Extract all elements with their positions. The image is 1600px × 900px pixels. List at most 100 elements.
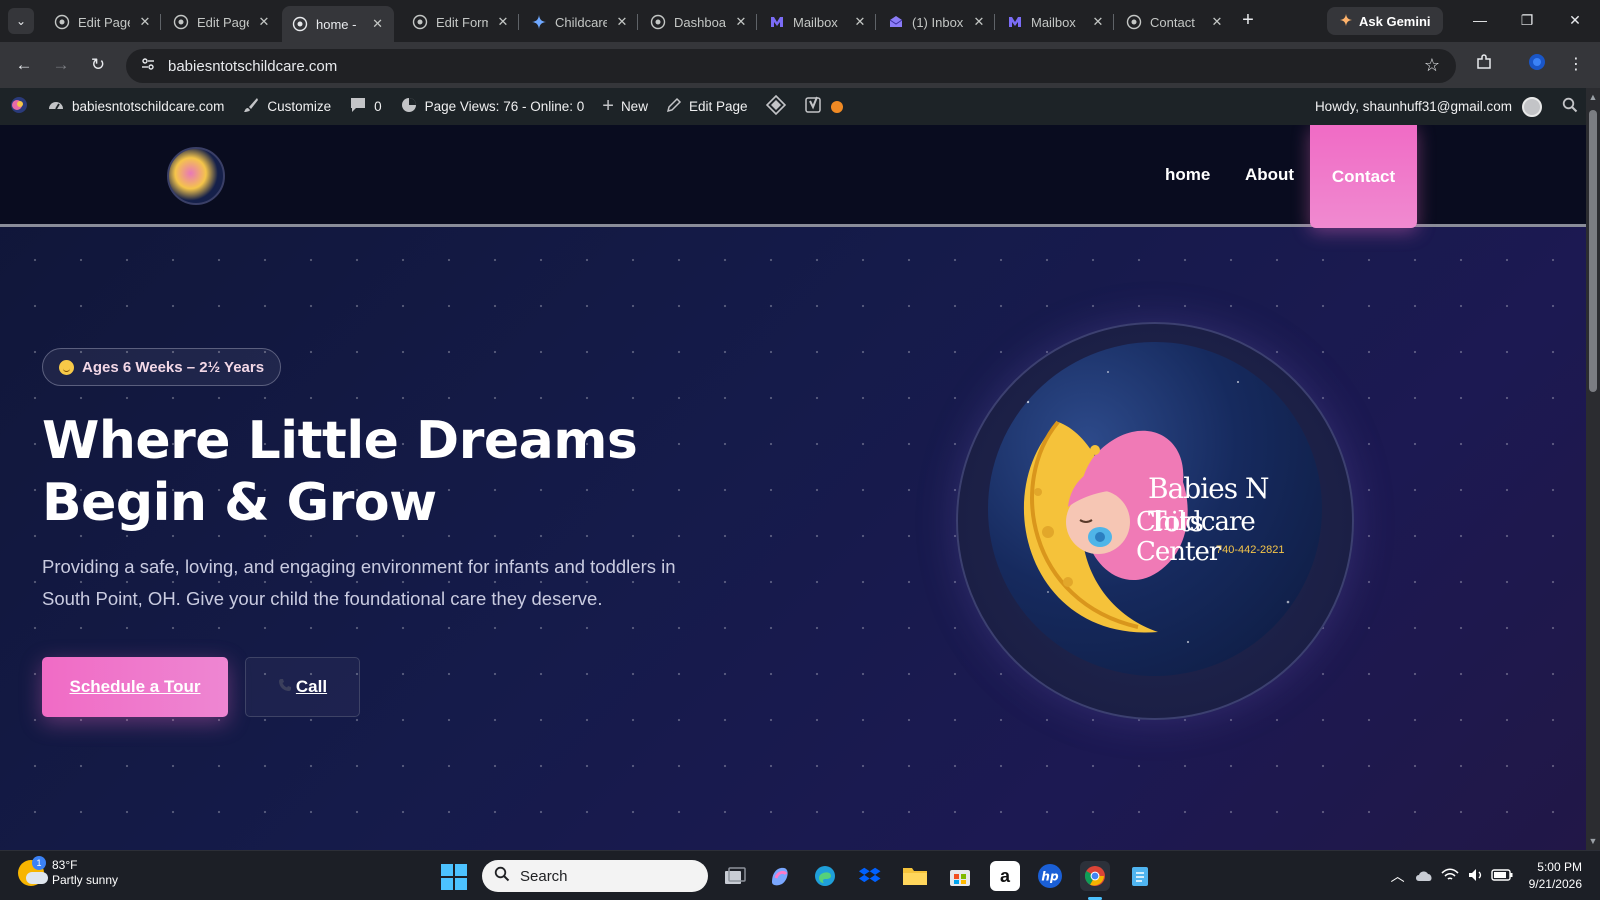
- tab-edit-page-1[interactable]: Edit Page ✕: [44, 6, 162, 38]
- bookmark-star-icon[interactable]: ☆: [1424, 55, 1440, 76]
- extensions-button[interactable]: [1472, 53, 1496, 77]
- onedrive-cloud-icon[interactable]: [1412, 868, 1436, 885]
- close-icon[interactable]: ✕: [496, 14, 510, 30]
- close-window-button[interactable]: ✕: [1565, 10, 1585, 30]
- hero-title: Where Little Dreams Begin & Grow: [42, 410, 682, 534]
- site-info-icon[interactable]: [140, 56, 156, 77]
- tab-dashboard[interactable]: Dashboard ✕: [640, 6, 758, 38]
- windows-start-icon[interactable]: [441, 864, 467, 890]
- microsoft-store-icon[interactable]: [945, 861, 975, 891]
- nav-about[interactable]: About: [1245, 165, 1294, 185]
- tab-edit-form[interactable]: Edit Form ✕: [402, 6, 520, 38]
- browser-toolbar: ← → ↻ babiesntotschildcare.com ☆ ⋮: [0, 42, 1600, 88]
- pie-chart-icon: [400, 96, 418, 117]
- scroll-down-icon[interactable]: ▼: [1588, 836, 1598, 846]
- new-tab-button[interactable]: +: [1236, 9, 1260, 31]
- close-icon[interactable]: ✕: [1210, 14, 1224, 30]
- tab-inbox[interactable]: (1) Inbox ✕: [878, 6, 996, 38]
- plus-icon: +: [602, 95, 614, 117]
- dashboard-gauge-icon: [47, 96, 65, 117]
- yoast-icon: [804, 95, 824, 118]
- back-button[interactable]: ←: [12, 53, 36, 77]
- close-icon[interactable]: ✕: [138, 14, 152, 30]
- admin-account[interactable]: Howdy, shaunhuff31@gmail.com: [1315, 88, 1578, 125]
- browser-menu-button[interactable]: ⋮: [1564, 53, 1588, 77]
- address-bar[interactable]: babiesntotschildcare.com ☆: [126, 49, 1456, 83]
- site-logo[interactable]: [167, 147, 225, 205]
- wp-admin-bar: babiesntotschildcare.com Customize 0 Pag…: [0, 88, 1586, 125]
- pencil-icon: [666, 97, 682, 116]
- paintbrush-icon: [242, 96, 260, 117]
- windows-taskbar: 1 83°F Partly sunny Search a hp ︿ 5:00 P…: [0, 850, 1600, 900]
- copilot-icon[interactable]: [765, 861, 795, 891]
- hero-title-line-2: Begin & Grow: [42, 473, 437, 533]
- tab-home-active[interactable]: home - ✕: [282, 6, 394, 42]
- admin-page-views[interactable]: Page Views: 76 - Online: 0: [391, 88, 594, 125]
- ask-gemini-button[interactable]: Ask Gemini: [1327, 7, 1443, 35]
- close-icon[interactable]: ✕: [853, 14, 867, 30]
- nav-home[interactable]: home: [1165, 165, 1210, 185]
- tab-edit-page-2[interactable]: Edit Page ✕: [163, 6, 281, 38]
- tab-label: Edit Page: [78, 14, 130, 30]
- close-icon[interactable]: ✕: [972, 14, 986, 30]
- age-range-label: Ages 6 Weeks – 2½ Years: [82, 358, 265, 376]
- scrollbar-thumb[interactable]: [1589, 110, 1597, 392]
- admin-comments-link[interactable]: 0: [340, 88, 391, 125]
- admin-logo[interactable]: [0, 88, 38, 125]
- close-icon[interactable]: ✕: [615, 14, 629, 30]
- globe-icon: [650, 14, 666, 30]
- comment-bubble-icon: [349, 96, 367, 117]
- file-explorer-icon[interactable]: [900, 861, 930, 891]
- weather-temperature: 83°F: [52, 858, 78, 872]
- close-icon[interactable]: ✕: [1091, 14, 1105, 30]
- hero-description: Providing a safe, loving, and engaging e…: [42, 556, 676, 609]
- system-clock[interactable]: 5:00 PM 9/21/2026: [1529, 859, 1582, 893]
- close-icon[interactable]: ✕: [734, 14, 748, 30]
- schedule-tour-button[interactable]: Schedule a Tour: [42, 657, 228, 717]
- tab-contact[interactable]: Contact ✕: [1116, 6, 1234, 38]
- phone-icon: [278, 677, 292, 697]
- weather-notification-badge: 1: [32, 856, 46, 870]
- chrome-icon[interactable]: [1080, 861, 1110, 891]
- tab-label: Dashboard: [674, 14, 726, 30]
- hero-title-line-1: Where Little Dreams: [42, 411, 638, 471]
- site-page: home About Contact Ages 6 Weeks – 2½ Yea…: [0, 125, 1586, 850]
- page-scrollbar[interactable]: ▲ ▼: [1586, 88, 1600, 850]
- restore-button[interactable]: ❐: [1517, 10, 1537, 30]
- dropbox-icon[interactable]: [855, 861, 885, 891]
- battery-icon[interactable]: [1490, 868, 1514, 884]
- search-icon[interactable]: [1562, 97, 1578, 116]
- admin-edit-page-link[interactable]: Edit Page: [657, 88, 757, 125]
- admin-new-link[interactable]: + New: [593, 88, 657, 125]
- taskbar-search[interactable]: Search: [482, 860, 708, 892]
- avatar: [1522, 96, 1542, 117]
- tab-mailbox-1[interactable]: Mailbox ✕: [759, 6, 877, 38]
- close-icon[interactable]: ✕: [257, 14, 271, 30]
- amazon-icon[interactable]: a: [990, 861, 1020, 891]
- reload-button[interactable]: ↻: [86, 53, 110, 77]
- nav-contact[interactable]: Contact: [1310, 125, 1417, 228]
- tab-mailbox-2[interactable]: Mailbox ✕: [997, 6, 1115, 38]
- admin-diamond-plugin[interactable]: [757, 88, 795, 125]
- admin-customize-link[interactable]: Customize: [233, 88, 340, 125]
- admin-site-link[interactable]: babiesntotschildcare.com: [38, 88, 233, 125]
- weather-widget[interactable]: 1 83°F Partly sunny: [18, 856, 118, 888]
- site-header: home About Contact: [0, 125, 1586, 228]
- admin-yoast-seo[interactable]: [795, 88, 852, 125]
- call-button[interactable]: Call: [245, 657, 360, 717]
- tab-childcare[interactable]: Childcare ✕: [521, 6, 639, 38]
- scroll-up-icon[interactable]: ▲: [1588, 92, 1598, 102]
- forward-button[interactable]: →: [49, 53, 73, 77]
- wifi-icon[interactable]: [1438, 867, 1462, 885]
- close-icon[interactable]: ✕: [371, 16, 384, 32]
- minimize-button[interactable]: —: [1470, 10, 1490, 30]
- speaker-icon[interactable]: [1464, 868, 1488, 885]
- schedule-tour-label: Schedule a Tour: [69, 677, 201, 696]
- task-view-icon[interactable]: [720, 861, 750, 891]
- profile-button[interactable]: [1525, 53, 1549, 77]
- tab-search-button[interactable]: ⌄: [8, 8, 34, 34]
- hp-icon[interactable]: hp: [1035, 861, 1065, 891]
- chevron-up-icon[interactable]: ︿: [1386, 866, 1410, 886]
- notepad-icon[interactable]: [1125, 861, 1155, 891]
- edge-browser-icon[interactable]: [810, 861, 840, 891]
